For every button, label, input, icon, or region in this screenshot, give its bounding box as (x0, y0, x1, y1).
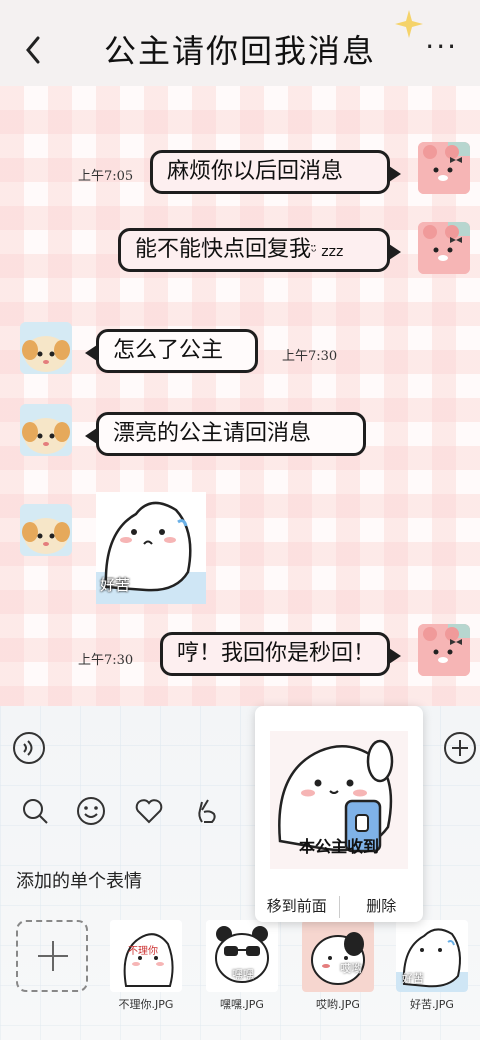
bubble-tail (85, 345, 97, 361)
search-icon[interactable] (18, 794, 52, 828)
message-bubble[interactable]: 怎么了公主 (85, 329, 258, 373)
contact-avatar[interactable] (20, 504, 72, 556)
my-avatar[interactable] (418, 624, 470, 676)
voice-icon[interactable] (12, 731, 46, 765)
dog-avatar-icon (20, 504, 72, 556)
sticker-thumb[interactable]: 嘿嘿 (206, 920, 278, 992)
message-time: 上午7:30 (282, 349, 338, 364)
message-text: 哼！我回你是秒回！ (177, 641, 376, 666)
pink-bear-avatar-icon (418, 142, 470, 194)
bubble-tail (389, 244, 401, 260)
my-avatar[interactable] (418, 142, 470, 194)
sticker-thumb[interactable]: 不理你 (110, 920, 182, 992)
sticker-filename: 嘿嘿.JPG (220, 998, 264, 1011)
sticker-filename: 哎哟.JPG (316, 998, 360, 1011)
message-bubble[interactable]: 麻烦你以后回消息 (150, 150, 401, 194)
add-plus-icon (52, 941, 54, 971)
gesture-icon[interactable] (190, 794, 224, 828)
message-time: 上午7:05 (78, 169, 134, 184)
message-text: 能不能快点回复我 (135, 237, 312, 262)
page-title: 公主请你回我消息 (103, 32, 376, 70)
bubble-tail (389, 648, 401, 664)
back-icon[interactable] (22, 32, 44, 68)
popup-actions: 移到前面 删除 (255, 896, 423, 922)
contact-avatar[interactable] (20, 404, 72, 456)
chat-area: 上午7:05 麻烦你以后回消息 能不能快点回复我ᵕ̈ zzz 怎么了公主 上午7… (0, 86, 480, 706)
my-avatar[interactable] (418, 222, 470, 274)
sticker-thumb[interactable]: 哎哟 (302, 920, 374, 992)
message-text: 麻烦你以后回消息 (167, 159, 344, 184)
bubble-tail (389, 166, 401, 182)
delete-button[interactable]: 删除 (340, 896, 424, 922)
sticker-filename: 不理你.JPG (118, 998, 174, 1011)
dog-avatar-icon (20, 322, 72, 374)
emoji-icon[interactable] (74, 794, 108, 828)
message-bubble[interactable]: 哼！我回你是秒回！ (160, 632, 401, 676)
sticker-caption: 不理你 (128, 946, 158, 957)
sticker-caption: 嘿嘿 (232, 968, 254, 981)
preview-caption: 本公主收到 (298, 837, 379, 856)
pink-bear-avatar-icon (418, 624, 470, 676)
sticker-message[interactable]: 好苦 (96, 492, 206, 604)
preview-sticker: 本公主收到 (270, 731, 408, 869)
message-bubble[interactable]: 能不能快点回复我ᵕ̈ zzz (118, 228, 401, 272)
heart-icon[interactable] (132, 794, 166, 828)
sticker-caption: 哎哟 (340, 962, 362, 975)
add-sticker-button[interactable] (16, 920, 88, 992)
puppy-sticker-icon (302, 920, 374, 992)
plus-icon[interactable] (443, 731, 477, 765)
sticker-caption: 好苦 (402, 972, 424, 985)
message-text: 怎么了公主 (113, 338, 224, 363)
message-suffix: ᵕ̈ zzz (311, 244, 344, 260)
bubble-tail (85, 428, 97, 444)
section-label: 添加的单个表情 (16, 871, 142, 892)
message-text: 漂亮的公主请回消息 (113, 421, 312, 446)
move-to-front-button[interactable]: 移到前面 (255, 896, 339, 922)
message-bubble[interactable]: 漂亮的公主请回消息 (85, 412, 366, 456)
more-options-icon[interactable]: ··· (425, 30, 458, 63)
sparkle-icon (395, 10, 423, 38)
message-time: 上午7:30 (78, 653, 134, 668)
sticker-filename: 好苦.JPG (410, 998, 454, 1011)
dog-avatar-icon (20, 404, 72, 456)
sticker-caption: 好苦 (100, 576, 131, 594)
sticker-thumb[interactable]: 好苦 (396, 920, 468, 992)
contact-avatar[interactable] (20, 322, 72, 374)
chat-header: 公主请你回我消息 ··· (0, 0, 480, 86)
pink-bear-avatar-icon (418, 222, 470, 274)
sticker-preview-popup: 本公主收到 移到前面 删除 (255, 706, 423, 922)
